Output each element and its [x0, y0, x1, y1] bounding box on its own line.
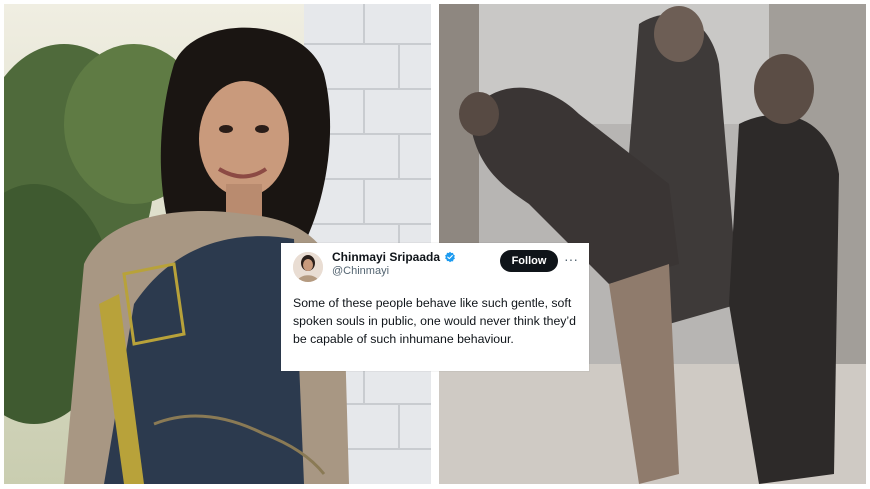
follow-button[interactable]: Follow [500, 250, 558, 272]
more-options-icon[interactable]: ··· [562, 250, 580, 272]
tweet-card: Chinmayi Sripaada @Chinmayi Follow ··· S… [281, 243, 589, 371]
handle[interactable]: @Chinmayi [332, 265, 389, 277]
verified-badge-icon [445, 251, 455, 263]
tweet-text: Some of these people behave like such ge… [293, 296, 577, 346]
display-name[interactable]: Chinmayi Sripaada [332, 250, 440, 264]
author-row: Chinmayi Sripaada [332, 250, 456, 264]
avatar[interactable] [293, 252, 323, 282]
